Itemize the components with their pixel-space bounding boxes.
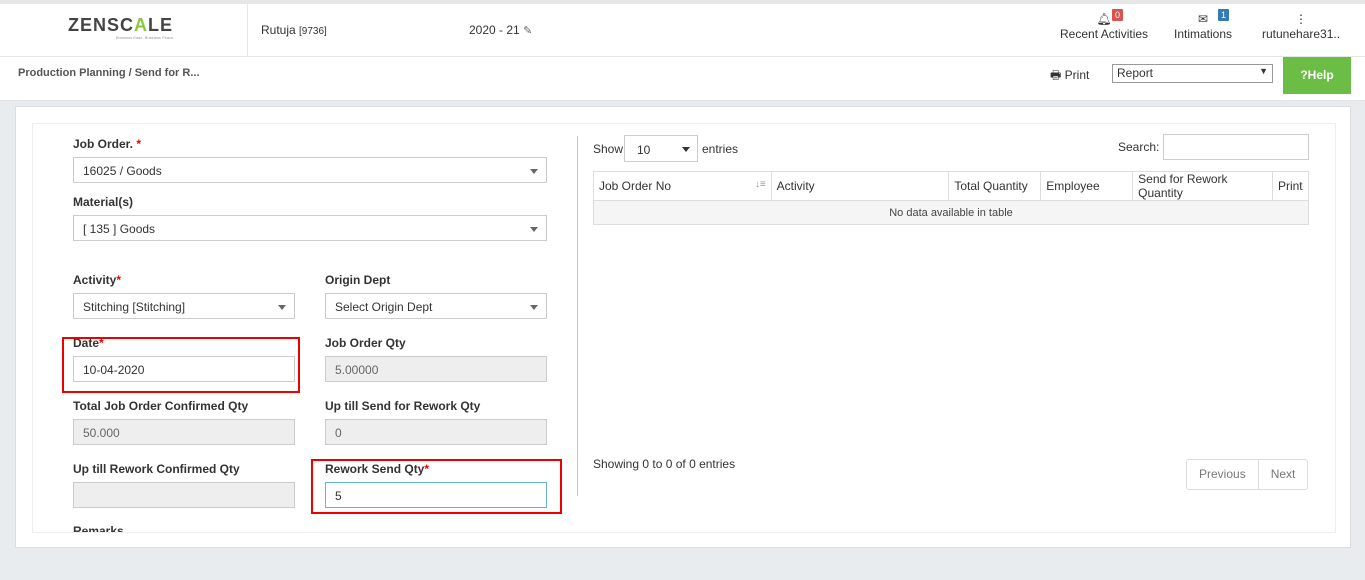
recent-activities-badge: 0 <box>1112 9 1124 21</box>
origin-dept-select[interactable]: Select Origin Dept <box>325 293 547 319</box>
intimations-badge: 1 <box>1218 9 1230 21</box>
search-input[interactable] <box>1163 134 1309 160</box>
search-label: Search: <box>1118 140 1160 154</box>
breadcrumb[interactable]: Production Planning / Send for R... <box>18 67 200 79</box>
col-total-quantity[interactable]: Total Quantity <box>948 171 1042 201</box>
uptill-confirmed-field <box>73 482 295 508</box>
pagination-info: Showing 0 to 0 of 0 entries <box>593 457 736 471</box>
user-name: Rutuja [9736] <box>261 23 327 37</box>
rework-table: Job Order No ↓≡ Activity Total Quantity E… <box>593 171 1310 225</box>
printer-icon: 🖶︎ <box>1050 68 1062 82</box>
column-divider <box>577 136 578 496</box>
form-container: Job Order. * 16025 / Goods Material(s) [… <box>32 123 1336 533</box>
job-order-qty-label: Job Order Qty <box>325 336 406 350</box>
kebab-icon: ⋮ <box>1295 12 1308 26</box>
next-button[interactable]: Next <box>1257 460 1308 489</box>
job-order-label: Job Order. * <box>73 137 142 151</box>
intimations[interactable]: ✉ 1 Intimations <box>1174 9 1233 41</box>
uptill-send-label: Up till Send for Rework Qty <box>325 399 481 413</box>
fiscal-year[interactable]: 2020 - 21 ✎ <box>469 23 532 37</box>
logo-area: ZENSCALE Business Ease. Business Peace. <box>0 4 248 57</box>
top-bar: ZENSCALE Business Ease. Business Peace. … <box>0 0 1365 57</box>
account-menu[interactable]: ⋮ rutunehare31.. <box>1262 11 1340 41</box>
col-employee[interactable]: Employee <box>1040 171 1134 201</box>
pagination: Previous Next <box>1186 459 1309 490</box>
recent-activities[interactable]: 🔔︎ 0 Recent Activities <box>1060 9 1149 41</box>
col-send-rework-qty[interactable]: Send for Rework Quantity <box>1132 171 1273 201</box>
recent-activities-label: Recent Activities <box>1060 27 1149 41</box>
previous-button[interactable]: Previous <box>1187 460 1258 489</box>
material-select[interactable]: [ 135 ] Goods <box>73 215 547 241</box>
sort-icon: ↓≡ <box>754 179 766 190</box>
col-print[interactable]: Print <box>1271 171 1310 201</box>
help-button[interactable]: ?Help <box>1283 57 1351 94</box>
origin-dept-label: Origin Dept <box>325 273 391 287</box>
date-highlight <box>62 337 300 393</box>
remarks-label: Remarks <box>73 524 124 533</box>
total-confirmed-label: Total Job Order Confirmed Qty <box>73 399 249 413</box>
intimations-label: Intimations <box>1174 27 1233 41</box>
logo-tagline: Business Ease. Business Peace. <box>116 35 175 40</box>
report-select[interactable]: Report ▼ <box>1112 64 1273 83</box>
logo[interactable]: ZENSCALE <box>68 15 173 36</box>
total-confirmed-field: 50.000 <box>73 419 295 445</box>
activity-label: Activity* <box>73 273 122 287</box>
sub-bar: Production Planning / Send for R... 🖶︎ P… <box>0 57 1365 101</box>
activity-select[interactable]: Stitching [Stitching] <box>73 293 295 319</box>
col-activity[interactable]: Activity <box>770 171 950 201</box>
rework-send-highlight <box>311 459 562 514</box>
main-panel: Job Order. * 16025 / Goods Material(s) [… <box>15 106 1351 548</box>
account-label: rutunehare31.. <box>1262 27 1341 41</box>
col-job-order-no[interactable]: Job Order No ↓≡ <box>593 171 772 201</box>
uptill-send-field: 0 <box>325 419 547 445</box>
entries-label: entries <box>702 142 739 156</box>
material-label: Material(s) <box>73 195 134 209</box>
show-label: Show <box>593 142 624 156</box>
uptill-confirmed-label: Up till Rework Confirmed Qty <box>73 462 240 476</box>
empty-table-message: No data available in table <box>593 200 1309 225</box>
user-id: [9736] <box>299 26 327 37</box>
table-row: No data available in table <box>593 200 1309 225</box>
job-order-select[interactable]: 16025 / Goods <box>73 157 547 183</box>
question-icon: ? <box>1300 68 1308 82</box>
dropdown-caret-icon: ▼ <box>1259 66 1268 76</box>
print-button[interactable]: 🖶︎ Print <box>1050 66 1089 87</box>
table-header-row: Job Order No ↓≡ Activity Total Quantity E… <box>593 171 1310 201</box>
bell-icon: 🔔︎ <box>1096 12 1112 26</box>
entries-length-select[interactable]: 10 <box>624 135 698 162</box>
edit-icon[interactable]: ✎ <box>523 25 532 37</box>
job-order-qty-field: 5.00000 <box>325 356 547 382</box>
